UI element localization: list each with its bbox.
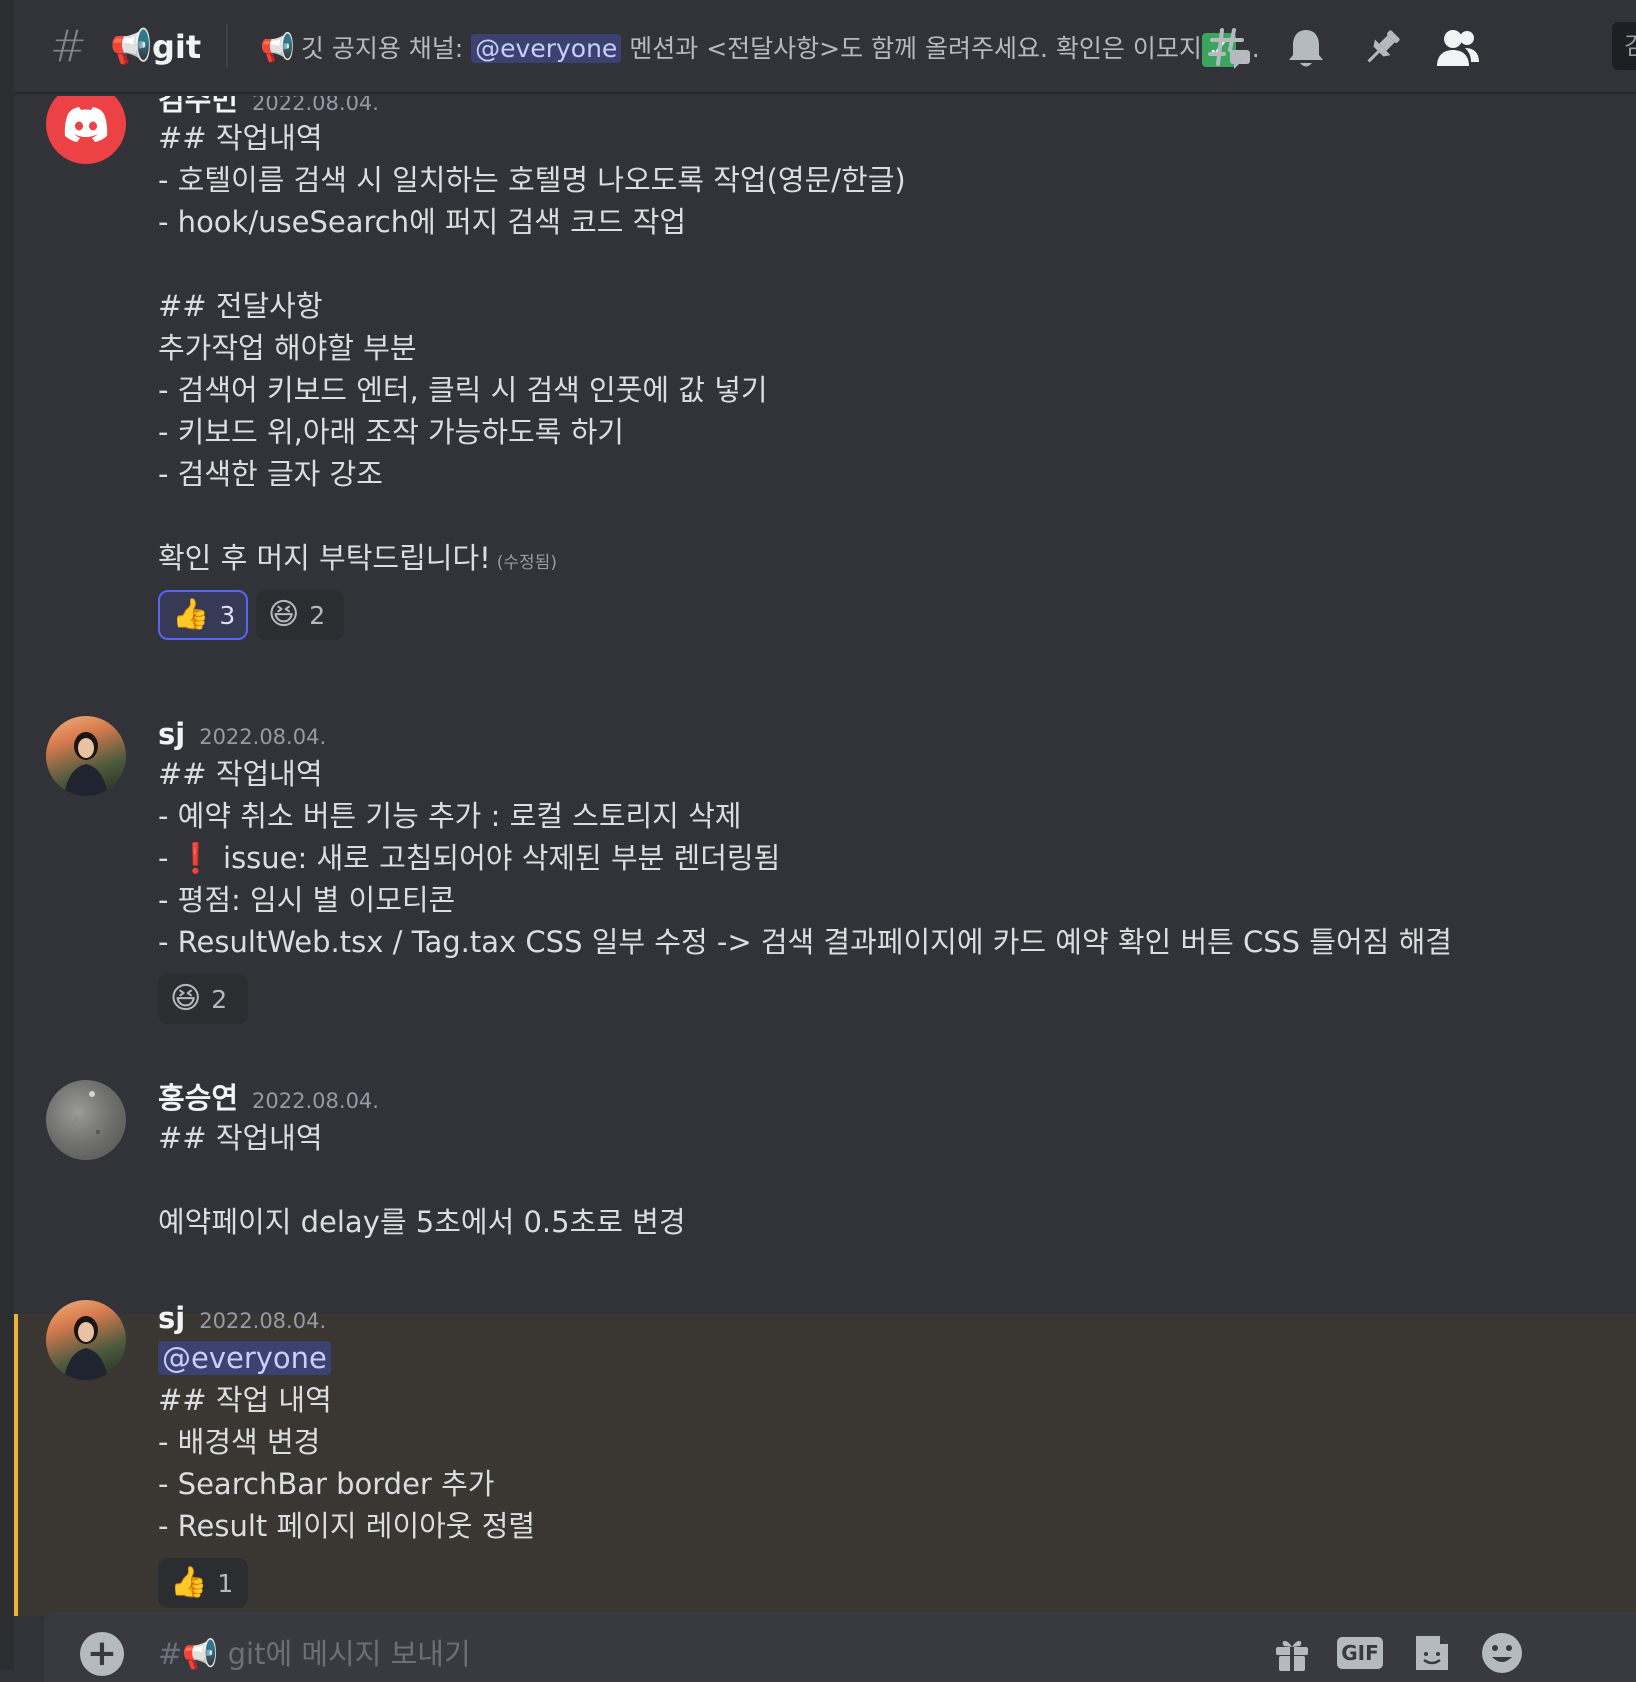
message-line: - Result 페이지 레이아웃 정렬 [158,1509,536,1543]
message-line: 예약페이지 delay를 5초에서 0.5초로 변경 [158,1205,686,1239]
message-author[interactable]: sj 2022.08.04. [158,1300,326,1339]
avatar[interactable] [46,1300,126,1380]
message-timestamp: 2022.08.04. [252,1089,379,1113]
topic-text-before: 깃 공지용 채널: [300,34,472,63]
reaction-laughing[interactable]: 😆 2 [256,590,344,640]
server-sidebar-edge [0,0,14,1670]
members-icon [1437,30,1479,66]
message-author[interactable]: sj 2022.08.04. [158,716,326,755]
topic-mention: @everyone [471,34,622,63]
sticker-icon [1416,1636,1448,1670]
channel-header: # 📢 git 📢 깃 공지용 채널: @everyone 멘션과 <전달사항>도… [14,0,1636,94]
mention-highlight-bar [14,1314,18,1616]
message-timestamp: 2022.08.04. [252,96,379,115]
topic-megaphone-icon: 📢 [260,31,295,64]
threads-button[interactable] [1202,20,1258,76]
message-line: ## 작업내역 [158,121,323,155]
message-line: - 호텔이름 검색 시 일치하는 호텔명 나오도록 작업(영문/한글) [158,163,906,197]
message-line: - 검색어 키보드 엔터, 클릭 시 검색 인풋에 값 넣기 [158,373,768,407]
message-line: - 배경색 변경 [158,1425,321,1459]
author-name[interactable]: sj [158,717,185,751]
user-photo-icon [74,1091,100,1134]
edited-label: (수정됨) [496,553,557,573]
reaction-count: 2 [211,984,228,1014]
message-line: ## 작업내역 [158,1121,323,1155]
member-list-button[interactable] [1430,20,1486,76]
reaction-count: 2 [309,600,326,630]
notification-settings-button[interactable] [1278,20,1334,76]
message-line: ## 전달사항 [158,289,323,323]
message-line: ## 작업내역 [158,757,323,791]
laughing-face-icon: 😆 [170,981,202,1016]
upload-plus-button[interactable]: + [80,1632,124,1676]
message-text: 확인 후 머지 부탁드립니다! [158,541,491,575]
text-channel-hash-icon: # [50,21,87,72]
author-name[interactable]: 홍승연 [158,1081,238,1115]
bell-icon [1289,30,1323,67]
smiley-face-icon [1482,1633,1522,1673]
gif-button[interactable]: GIF [1334,1628,1386,1678]
gift-button[interactable] [1266,1628,1318,1678]
laughing-face-icon: 😆 [268,597,300,632]
channel-name: git [152,28,202,66]
user-photo-icon [64,1316,108,1380]
message-line: - SearchBar border 추가 [158,1467,495,1501]
message-line: - 키보드 위,아래 조작 가능하도록 하기 [158,415,624,449]
message-line: 확인 후 머지 부탁드립니다! (수정됨) [158,538,557,583]
everyone-mention[interactable]: @everyone [158,1341,331,1375]
message-line: - hook/useSearch에 퍼지 검색 코드 작업 [158,205,687,239]
message-line: - 예약 취소 버튼 기능 추가 : 로컬 스토리지 삭제 [158,799,742,833]
threads-icon [1208,28,1250,69]
message-line: - ResultWeb.tsx / Tag.tax CSS 일부 수정 -> 검… [158,925,1452,959]
gift-icon [1276,1640,1308,1671]
message-line: 추가작업 해야할 부분 [158,331,417,365]
thumbs-up-icon: 👍 [170,1565,208,1600]
reaction-count: 3 [219,600,236,630]
sticker-button[interactable] [1406,1628,1458,1678]
message-line: - ❗ issue: 새로 고침되어야 삭제된 부분 렌더링됨 [158,841,781,875]
message-line: ## 작업 내역 [158,1383,332,1417]
message-timestamp: 2022.08.04. [199,1309,327,1333]
thumbs-up-icon: 👍 [172,597,210,632]
author-name[interactable]: sj [158,1301,185,1335]
avatar[interactable] [46,1080,126,1160]
message-line: @everyone [158,1338,331,1378]
reaction-laughing[interactable]: 😆 2 [158,974,248,1024]
topic-text-after: 멘션과 <전달사항>도 함께 올려주세요. 확인은 이모지 [621,34,1202,63]
search-input[interactable]: 검 [1612,22,1636,70]
pin-icon [1367,30,1400,63]
reaction-count: 1 [217,1568,234,1598]
message-line: - 검색한 글자 강조 [158,457,383,491]
author-name[interactable]: 김수빈 [158,96,238,117]
pinned-messages-button[interactable] [1354,20,1410,76]
megaphone-icon: 📢 [110,27,153,67]
message-list: 김수빈 2022.08.04. ## 작업내역 - 호텔이름 검색 시 일치하는 … [14,96,1636,1616]
avatar[interactable] [46,96,126,164]
message-author[interactable]: 홍승연 2022.08.04. [158,1080,379,1119]
user-photo-icon [64,732,108,796]
emoji-button[interactable] [1476,1628,1528,1678]
header-divider [226,24,228,68]
message-line: - 평점: 임시 별 이모티콘 [158,883,456,917]
message-timestamp: 2022.08.04. [199,725,327,749]
reaction-thumbs-up[interactable]: 👍 3 [158,590,248,640]
message-input[interactable] [156,1628,1240,1680]
message-composer: + GIF [44,1612,1636,1682]
discord-logo-icon [64,107,108,142]
channel-topic[interactable]: 📢 깃 공지용 채널: @everyone 멘션과 <전달사항>도 함께 올려주세… [260,26,1270,70]
reaction-thumbs-up[interactable]: 👍 1 [158,1558,248,1608]
gif-icon: GIF [1337,1637,1383,1669]
avatar[interactable] [46,716,126,796]
